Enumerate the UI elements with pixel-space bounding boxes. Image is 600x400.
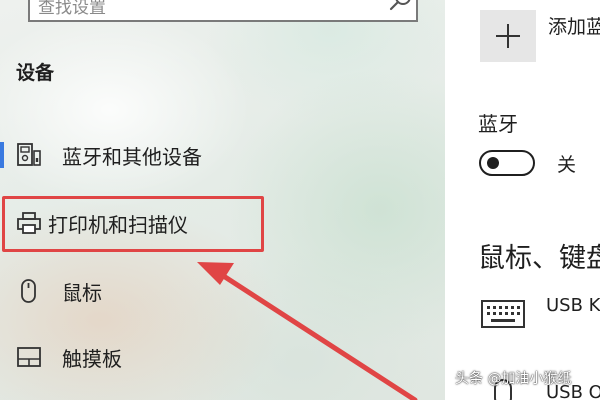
search-box[interactable] [28,0,418,22]
bluetooth-devices-icon [17,143,41,166]
section-title: 设备 [16,62,55,84]
sidebar-item-mouse[interactable]: 鼠标 [0,264,445,316]
selected-indicator [0,142,4,168]
sidebar-item-touchpad[interactable]: 触摸板 [0,330,445,382]
search-input[interactable] [38,0,378,20]
bluetooth-title: 蓝牙 [478,112,518,136]
toggle-knob [487,157,499,169]
add-device-label[interactable]: 添加蓝 [548,12,600,39]
watermark: 头条 @加油小猴纸 [455,371,572,387]
main-panel: 添加蓝 蓝牙 关 鼠标、键盘 USB K USB O [445,0,600,400]
bluetooth-state-label: 关 [557,154,577,176]
annotation-highlight-box [2,196,264,252]
settings-sidebar: 设备 蓝牙和其他设备 打印机和扫描仪 鼠标 触 [0,0,445,400]
mouse-icon [21,279,36,303]
sidebar-item-label: 触摸板 [62,347,122,371]
plus-icon [496,24,520,48]
sidebar-item-label: 蓝牙和其他设备 [62,145,202,169]
bluetooth-toggle[interactable] [479,150,535,176]
add-device-button[interactable] [480,10,536,62]
sidebar-item-label: 鼠标 [62,281,102,305]
keyboard-icon [481,300,525,328]
touchpad-icon [17,347,41,367]
mouse-keyboard-heading: 鼠标、键盘 [478,243,600,274]
device-item-keyboard[interactable]: USB K [546,295,600,316]
search-icon[interactable] [388,0,414,14]
sidebar-item-bluetooth[interactable]: 蓝牙和其他设备 [0,128,445,180]
